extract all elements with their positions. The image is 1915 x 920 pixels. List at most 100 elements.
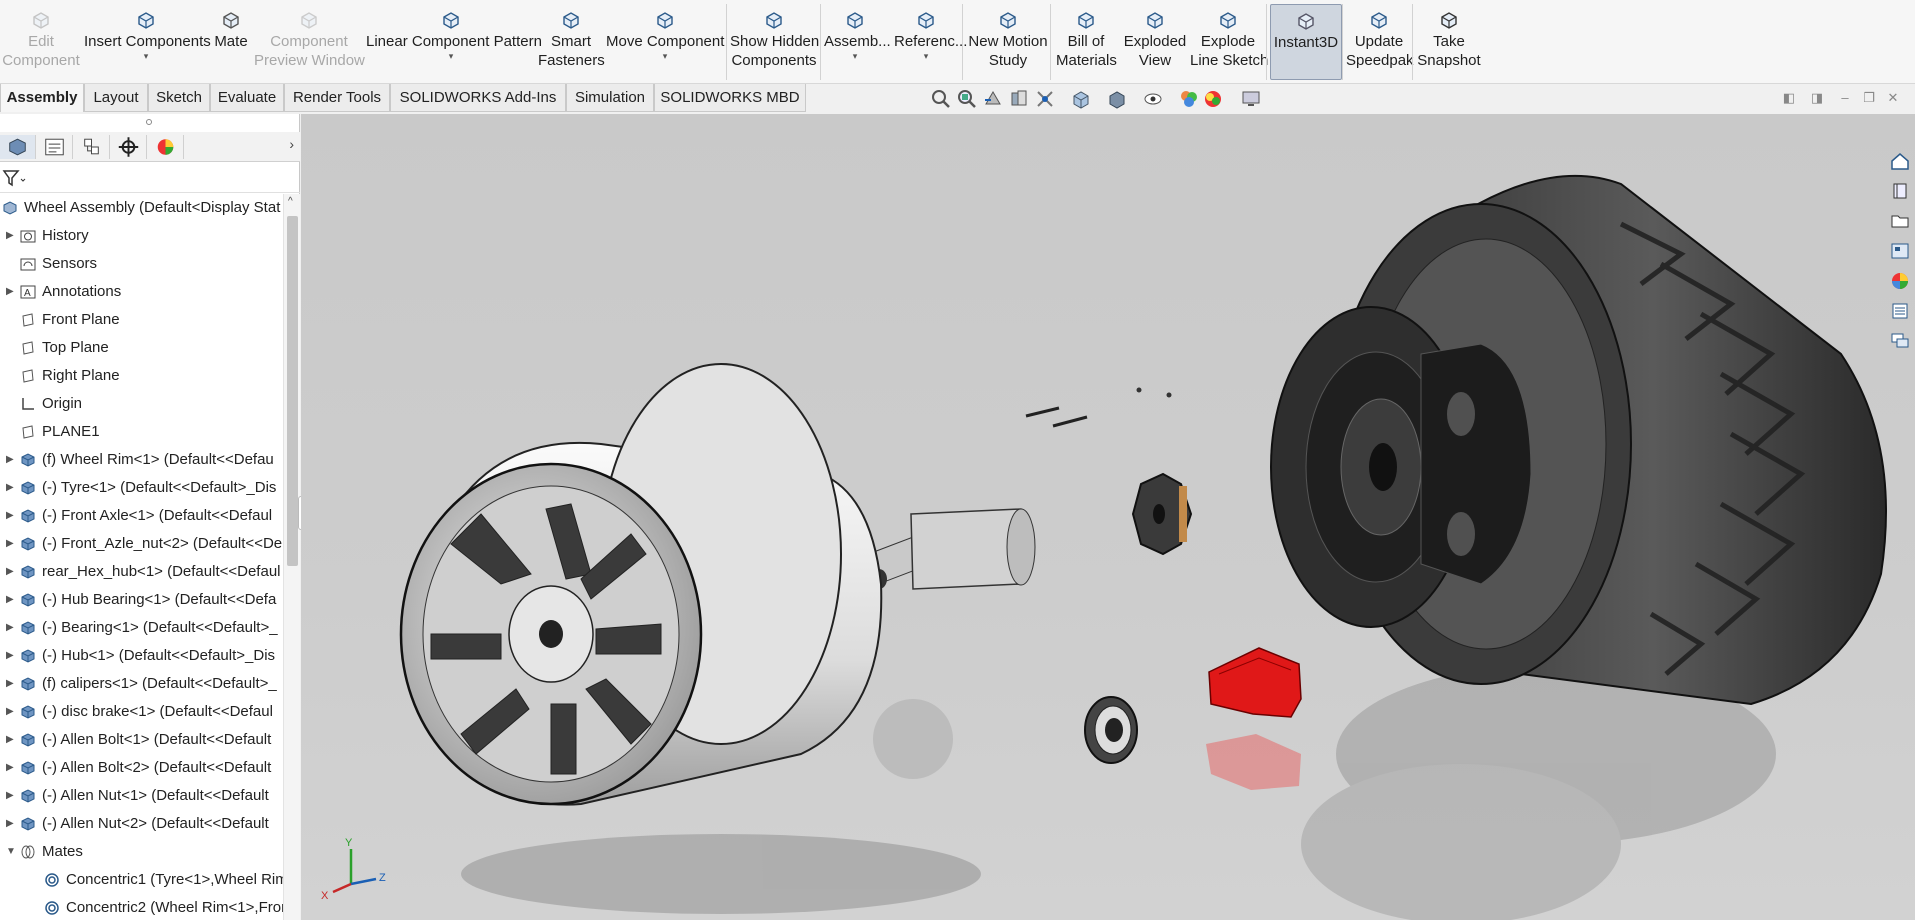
design-library-icon[interactable] [1889, 180, 1911, 202]
panel-expand-arrow-icon[interactable]: › [289, 136, 294, 152]
tree-item[interactable]: ▶ (-) Allen Nut<2> (Default<<Default [0, 810, 283, 838]
appearances-scenes-icon[interactable] [1889, 270, 1911, 292]
scrollbar-thumb[interactable] [287, 216, 298, 566]
edit-component-button[interactable]: Edit Component [2, 4, 80, 80]
exploded-view-button[interactable]: Exploded View [1122, 4, 1188, 80]
hide-show-items-icon[interactable] [1142, 88, 1164, 110]
graphics-area[interactable]: Y Z X [301, 114, 1915, 920]
expand-arrow-icon[interactable]: ▶ [6, 726, 14, 754]
view-orientation-icon[interactable] [1070, 88, 1092, 110]
collapse-arrow-icon[interactable]: ▼ [6, 838, 16, 866]
restore-icon[interactable]: ❐ [1861, 90, 1877, 106]
display-style-icon[interactable] [1106, 88, 1128, 110]
expand-arrow-icon[interactable]: ▶ [6, 586, 14, 614]
tile-right-icon[interactable]: ◨ [1809, 90, 1825, 106]
update-speedpak-button[interactable]: Update Speedpak [1346, 4, 1414, 80]
tree-mate-item[interactable]: Concentric1 (Tyre<1>,Wheel Rim [0, 866, 283, 894]
show-hidden-components-button[interactable]: Show Hidden Components [730, 4, 819, 80]
tree-item[interactable]: ▼ Mates [0, 838, 283, 866]
minimize-icon[interactable]: – [1837, 90, 1853, 106]
tree-item[interactable]: ▶ (-) Bearing<1> (Default<<Default>_ [0, 614, 283, 642]
panel-splitter-handle[interactable] [146, 119, 152, 125]
expand-arrow-icon[interactable]: ▶ [6, 810, 14, 838]
section-view-icon[interactable] [1008, 88, 1030, 110]
dropdown-arrow-icon[interactable]: ▾ [894, 51, 958, 61]
expand-arrow-icon[interactable]: ▶ [6, 558, 14, 586]
tree-item[interactable]: Sensors [0, 250, 283, 278]
tree-item[interactable]: PLANE1 [0, 418, 283, 446]
tab-simulation[interactable]: Simulation [566, 84, 654, 112]
tree-item[interactable]: Top Plane [0, 334, 283, 362]
instant3d-button[interactable]: Instant3D [1270, 4, 1342, 80]
expand-arrow-icon[interactable]: ▶ [6, 222, 14, 250]
expand-arrow-icon[interactable]: ▶ [6, 446, 14, 474]
insert-components-button[interactable]: Insert Components ▾ [84, 4, 211, 80]
feature-manager-tab-icon[interactable] [0, 135, 36, 159]
tree-item[interactable]: ▶ (-) Allen Bolt<1> (Default<<Default [0, 726, 283, 754]
expand-arrow-icon[interactable]: ▶ [6, 754, 14, 782]
bill-of-materials-button[interactable]: Bill of Materials [1056, 4, 1117, 80]
dynamic-annotation-icon[interactable] [1034, 88, 1056, 110]
property-manager-tab-icon[interactable] [37, 135, 73, 159]
expand-arrow-icon[interactable]: ▶ [6, 642, 14, 670]
tree-item[interactable]: ▶ rear_Hex_hub<1> (Default<<Defaul [0, 558, 283, 586]
tree-item[interactable]: ▶ (f) Wheel Rim<1> (Default<<Defau [0, 446, 283, 474]
tree-item[interactable]: ▶ (-) Front Axle<1> (Default<<Defaul [0, 502, 283, 530]
configuration-manager-tab-icon[interactable] [74, 135, 110, 159]
solidworks-resources-home-icon[interactable] [1889, 150, 1911, 172]
tab-render-tools[interactable]: Render Tools [284, 84, 390, 112]
tree-item[interactable]: Front Plane [0, 306, 283, 334]
tab-assembly[interactable]: Assembly [0, 84, 84, 112]
custom-properties-icon[interactable] [1889, 300, 1911, 322]
previous-view-icon[interactable] [982, 88, 1004, 110]
tree-item[interactable]: ▶ (-) Allen Bolt<2> (Default<<Default [0, 754, 283, 782]
dropdown-arrow-icon[interactable]: ▾ [606, 51, 724, 61]
forum-icon[interactable] [1889, 330, 1911, 352]
take-snapshot-button[interactable]: Take Snapshot [1416, 4, 1482, 80]
dimxpert-manager-tab-icon[interactable] [111, 135, 147, 159]
tab-solidworks-mbd[interactable]: SOLIDWORKS MBD [654, 84, 806, 112]
scroll-up-arrow-icon[interactable]: ^ [288, 196, 293, 207]
assembly-features-button[interactable]: Assemb... ▾ [824, 4, 891, 80]
tree-item[interactable]: ▶ (-) Hub Bearing<1> (Default<<Defa [0, 586, 283, 614]
expand-arrow-icon[interactable]: ▶ [6, 278, 14, 306]
exploded-wheel-assembly-model[interactable]: Y Z X [301, 114, 1915, 920]
tree-item[interactable]: ▶ (-) Front_Azle_nut<2> (Default<<De [0, 530, 283, 558]
view-settings-icon[interactable] [1240, 88, 1262, 110]
file-explorer-icon[interactable] [1889, 210, 1911, 232]
tree-item[interactable]: ▶ (f) calipers<1> (Default<<Default>_ [0, 670, 283, 698]
component-preview-window-button[interactable]: Component Preview Window [254, 4, 365, 80]
calipers-part[interactable] [1206, 647, 1302, 790]
close-icon[interactable]: ✕ [1885, 90, 1901, 106]
tab-evaluate[interactable]: Evaluate [210, 84, 284, 112]
tree-item[interactable]: ▶ A Annotations [0, 278, 283, 306]
display-manager-tab-icon[interactable] [148, 135, 184, 159]
zoom-to-fit-icon[interactable] [930, 88, 952, 110]
tile-left-icon[interactable]: ◧ [1781, 90, 1797, 106]
edit-appearance-icon[interactable] [1178, 88, 1200, 110]
tree-item[interactable]: ▶ (-) Tyre<1> (Default<<Default>_Dis [0, 474, 283, 502]
tree-item[interactable]: ▶ History [0, 222, 283, 250]
expand-arrow-icon[interactable]: ▶ [6, 474, 14, 502]
tab-layout[interactable]: Layout [84, 84, 148, 112]
reference-geometry-button[interactable]: Referenc... ▾ [894, 4, 967, 80]
tree-item[interactable]: ▶ (-) Allen Nut<1> (Default<<Default [0, 782, 283, 810]
new-motion-study-button[interactable]: New Motion Study [966, 4, 1050, 80]
linear-component-pattern-button[interactable]: Linear Component Pattern ▾ [366, 4, 542, 80]
mate-button[interactable]: Mate [212, 4, 250, 80]
zoom-to-area-icon[interactable] [956, 88, 978, 110]
expand-arrow-icon[interactable]: ▶ [6, 782, 14, 810]
view-palette-icon[interactable] [1889, 240, 1911, 262]
explode-line-sketch-button[interactable]: Explode Line Sketch [1190, 4, 1268, 80]
bearing-part[interactable] [1084, 696, 1138, 764]
tree-item[interactable]: ▶ (-) disc brake<1> (Default<<Defaul [0, 698, 283, 726]
expand-arrow-icon[interactable]: ▶ [6, 530, 14, 558]
allen-nuts[interactable] [1136, 387, 1172, 398]
apply-scene-icon[interactable] [1202, 88, 1224, 110]
dropdown-arrow-icon[interactable]: ▾ [824, 51, 886, 61]
dropdown-arrow-icon[interactable]: ▾ [84, 51, 208, 61]
filter-icon[interactable] [2, 169, 26, 187]
tree-mate-item[interactable]: Concentric2 (Wheel Rim<1>,Fron [0, 894, 283, 920]
expand-arrow-icon[interactable]: ▶ [6, 502, 14, 530]
expand-arrow-icon[interactable]: ▶ [6, 670, 14, 698]
